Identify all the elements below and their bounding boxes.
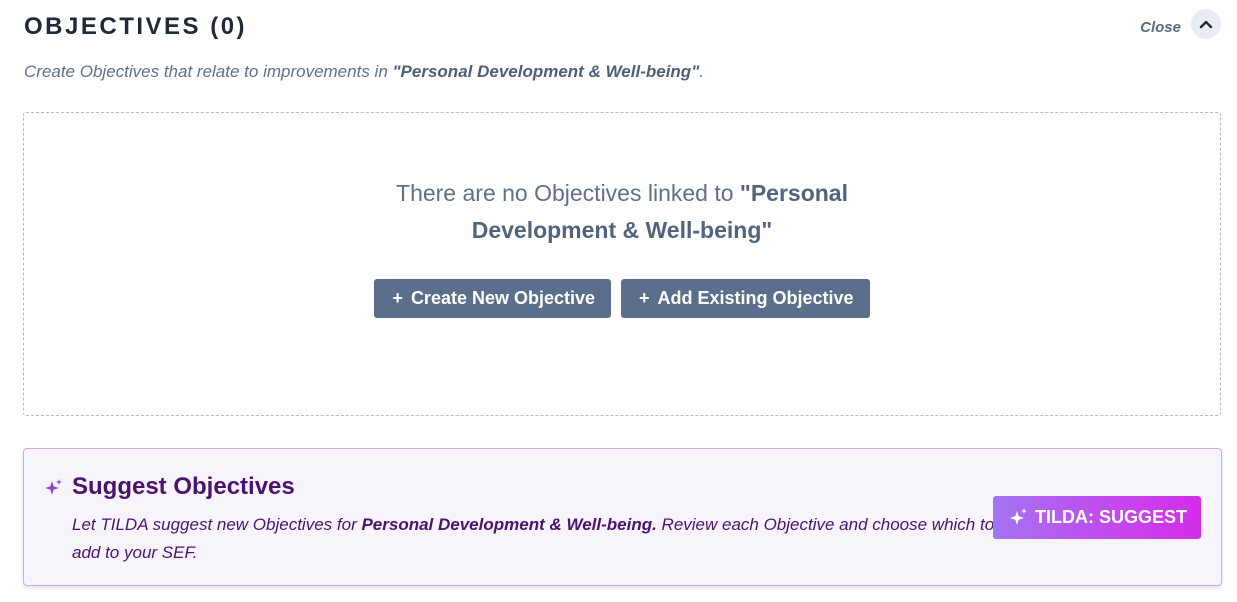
plus-icon: + <box>639 288 650 308</box>
suggest-desc-area: Personal Development & Well-being. <box>361 515 657 534</box>
subtitle-suffix: . <box>699 62 704 81</box>
empty-state-actions: + Create New Objective + Add Existing Ob… <box>24 279 1220 318</box>
add-existing-objective-button[interactable]: + Add Existing Objective <box>621 279 870 318</box>
close-button[interactable]: Close <box>1140 19 1181 36</box>
suggest-title: Suggest Objectives <box>72 473 295 500</box>
subtitle-area: "Personal Development & Well-being" <box>392 62 700 81</box>
empty-state-box: There are no Objectives linked to "Perso… <box>23 112 1221 416</box>
sparkle-icon <box>1009 507 1029 529</box>
collapse-button[interactable] <box>1191 9 1221 39</box>
add-existing-objective-label: Add Existing Objective <box>657 288 854 308</box>
panel-header: OBJECTIVES (0) Close <box>24 9 1221 44</box>
objectives-panel: OBJECTIVES (0) Close Create Objectives t… <box>0 0 1237 602</box>
page-title: OBJECTIVES (0) <box>24 13 248 40</box>
empty-message-text: There are no Objectives linked to <box>396 180 740 206</box>
create-new-objective-label: Create New Objective <box>410 288 596 308</box>
suggest-description: Let TILDA suggest new Objectives for Per… <box>72 511 1012 567</box>
suggest-desc-prefix: Let TILDA suggest new Objectives for <box>72 515 362 534</box>
create-new-objective-button[interactable]: + Create New Objective <box>374 279 612 318</box>
empty-state-message: There are no Objectives linked to "Perso… <box>382 175 862 249</box>
close-control: Close <box>1140 8 1221 40</box>
subtitle-prefix: Create Objectives that relate to improve… <box>24 62 393 81</box>
suggest-objectives-card: Suggest Objectives Let TILDA suggest new… <box>23 448 1222 586</box>
tilda-suggest-button[interactable]: TILDA: SUGGEST <box>993 496 1201 539</box>
panel-subtitle: Create Objectives that relate to improve… <box>24 62 704 82</box>
tilda-suggest-label: TILDA: SUGGEST <box>1035 507 1187 527</box>
sparkle-icon <box>45 479 62 495</box>
chevron-up-icon <box>1199 20 1213 29</box>
plus-icon: + <box>392 288 403 308</box>
